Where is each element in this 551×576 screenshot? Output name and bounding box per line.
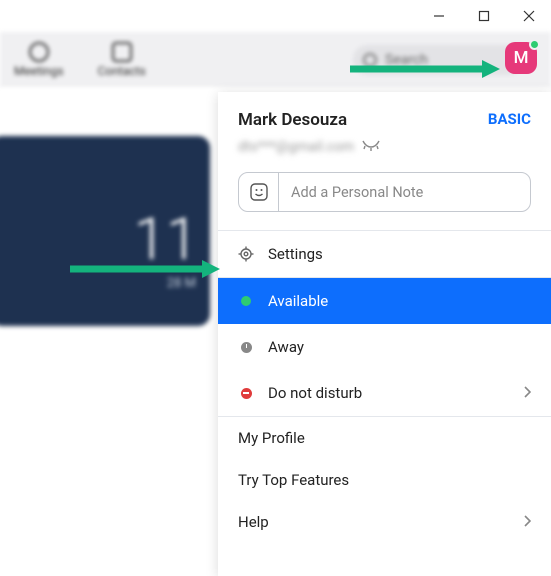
search-input[interactable]: Search xyxy=(353,45,523,75)
emoji-picker-button[interactable] xyxy=(239,173,279,211)
gear-icon xyxy=(238,246,254,262)
profile-email-row: dts***@gmail.com xyxy=(218,138,551,172)
tab-label: Meetings xyxy=(14,64,64,78)
contacts-icon xyxy=(112,42,132,62)
presence-indicator-icon xyxy=(529,39,540,50)
search-placeholder: Search xyxy=(385,52,428,68)
menu-try-top-features[interactable]: Try Top Features xyxy=(218,459,551,501)
status-available-icon xyxy=(238,293,254,309)
chevron-right-icon xyxy=(523,513,531,531)
menu-settings[interactable]: Settings xyxy=(218,231,551,277)
top-toolbar: Meetings Contacts Search xyxy=(0,32,551,88)
profile-name: Mark Desouza xyxy=(238,110,347,130)
avatar: M xyxy=(505,42,537,74)
profile-dropdown: Mark Desouza BASIC dts***@gmail.com Sett… xyxy=(218,92,551,576)
tab-meetings[interactable]: Meetings xyxy=(14,42,64,78)
menu-label: Help xyxy=(238,513,269,531)
clock-icon xyxy=(29,42,49,62)
tab-contacts[interactable]: Contacts xyxy=(98,42,146,78)
menu-label: Do not disturb xyxy=(268,384,362,402)
clock-time: 11 xyxy=(134,206,198,274)
profile-header: Mark Desouza BASIC xyxy=(218,92,551,138)
menu-label: My Profile xyxy=(238,429,305,447)
window-minimize-button[interactable] xyxy=(416,0,461,32)
tab-label: Contacts xyxy=(98,64,146,78)
clock-card: 11 28 M xyxy=(0,136,210,326)
avatar-initial: M xyxy=(514,48,529,68)
menu-my-profile[interactable]: My Profile xyxy=(218,417,551,459)
menu-help[interactable]: Help xyxy=(218,501,551,543)
search-icon xyxy=(363,53,377,67)
personal-note-row xyxy=(218,172,551,230)
window-maximize-button[interactable] xyxy=(461,0,506,32)
personal-note-input[interactable] xyxy=(279,184,530,201)
eye-off-icon[interactable] xyxy=(362,138,380,156)
menu-label: Try Top Features xyxy=(238,471,349,489)
menu-status-dnd[interactable]: Do not disturb xyxy=(218,370,551,416)
menu-label: Away xyxy=(268,338,304,356)
window-titlebar xyxy=(0,0,551,32)
window-close-button[interactable] xyxy=(506,0,551,32)
menu-status-away[interactable]: Away xyxy=(218,324,551,370)
status-dnd-icon xyxy=(238,385,254,401)
plan-badge: BASIC xyxy=(488,110,531,128)
chevron-right-icon xyxy=(523,384,531,402)
clock-date: 28 M xyxy=(167,276,196,291)
avatar-button[interactable]: M xyxy=(505,42,537,74)
menu-label: Available xyxy=(268,292,328,310)
status-away-icon xyxy=(238,339,254,355)
menu-label: Settings xyxy=(268,245,323,263)
menu-status-available[interactable]: Available xyxy=(218,278,551,324)
profile-email: dts***@gmail.com xyxy=(238,139,354,155)
personal-note-input-wrap xyxy=(238,172,531,212)
